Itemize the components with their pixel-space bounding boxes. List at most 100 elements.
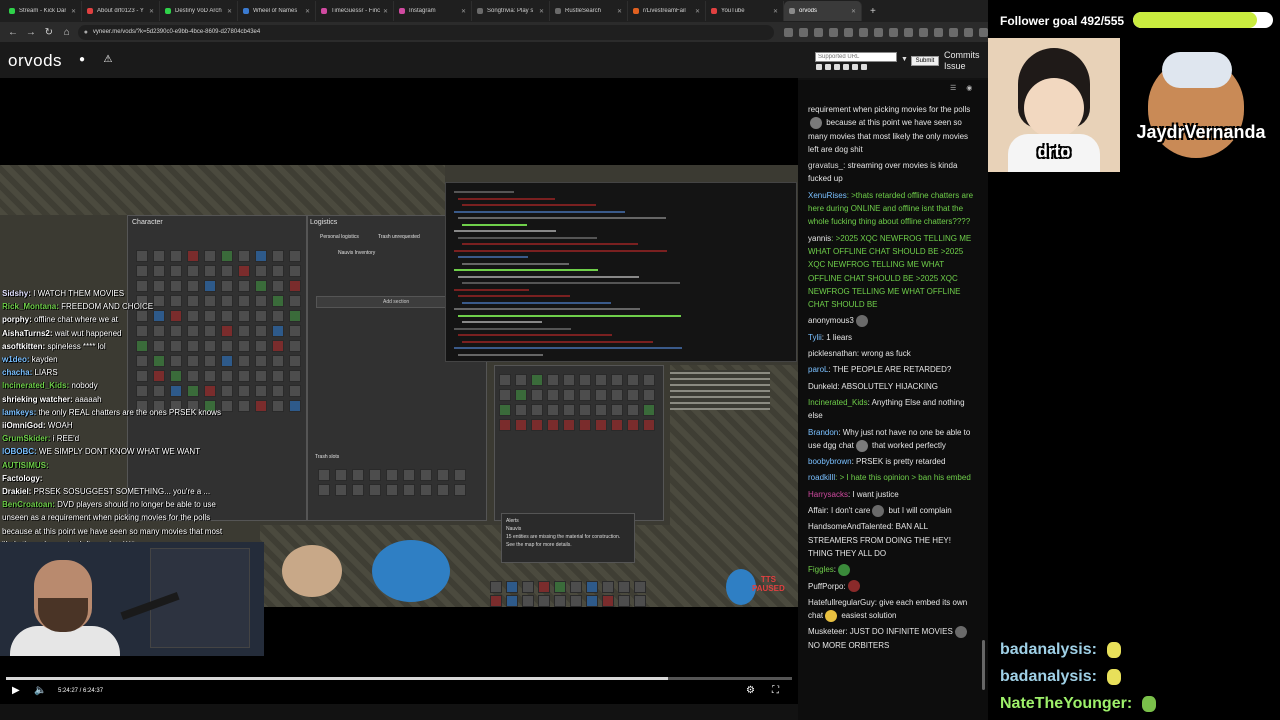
- inventory-slot[interactable]: [579, 404, 591, 416]
- browser-tab[interactable]: Wheel of Names ✕: [238, 1, 316, 21]
- inventory-slot[interactable]: [643, 404, 655, 416]
- inventory-slot[interactable]: [643, 374, 655, 386]
- inventory-slot[interactable]: [437, 469, 449, 481]
- inventory-slot[interactable]: [454, 484, 466, 496]
- extension-icon[interactable]: [813, 27, 823, 37]
- inventory-slot[interactable]: [352, 484, 364, 496]
- browser-tab[interactable]: About drt0123 - Y ✕: [82, 1, 160, 21]
- inventory-slot[interactable]: [522, 595, 534, 607]
- inventory-slot[interactable]: [602, 581, 614, 593]
- trash-unrequested-checkbox[interactable]: Trash unrequested: [378, 234, 420, 240]
- browser-tab[interactable]: RustleSearch ✕: [550, 1, 628, 21]
- inventory-slot[interactable]: [595, 374, 607, 386]
- settings-icon[interactable]: ⚙: [746, 685, 755, 696]
- chat-username[interactable]: yannis: [808, 234, 831, 243]
- inventory-slot[interactable]: [272, 355, 284, 367]
- chat-users-icon[interactable]: ◉: [966, 84, 972, 92]
- inventory-slot[interactable]: [634, 581, 646, 593]
- inventory-slot[interactable]: [563, 374, 575, 386]
- inventory-slot[interactable]: [595, 389, 607, 401]
- inventory-slot[interactable]: [538, 595, 550, 607]
- inventory-slot[interactable]: [204, 250, 216, 262]
- extension-icon[interactable]: [783, 27, 793, 37]
- video-player[interactable]: Character Logistics Personal logistics T…: [0, 78, 798, 704]
- chat-username[interactable]: anonymous3: [808, 316, 854, 325]
- inventory-slot[interactable]: [238, 250, 250, 262]
- inventory-slot[interactable]: [386, 484, 398, 496]
- inventory-slot[interactable]: [136, 250, 148, 262]
- chat-username[interactable]: boobybrown: [808, 457, 852, 466]
- chat-username[interactable]: Dunkeld: [808, 382, 837, 391]
- inventory-slot[interactable]: [570, 595, 582, 607]
- chat-username[interactable]: HandsomeAndTalented: [808, 522, 891, 531]
- inventory-slot[interactable]: [386, 469, 398, 481]
- inventory-slot[interactable]: [289, 265, 301, 277]
- tab-close-icon[interactable]: ✕: [695, 8, 700, 15]
- inventory-slot[interactable]: [272, 250, 284, 262]
- chat-username[interactable]: roadkilll: [808, 473, 835, 482]
- inventory-slot[interactable]: [335, 469, 347, 481]
- site-logo[interactable]: orvods: [8, 51, 62, 71]
- inventory-slot[interactable]: [547, 419, 559, 431]
- inventory-slot[interactable]: [255, 250, 267, 262]
- inventory-slot[interactable]: [289, 340, 301, 352]
- inventory-slot[interactable]: [272, 325, 284, 337]
- browser-tab[interactable]: Songtrivia: Play s ✕: [472, 1, 550, 21]
- inventory-slot[interactable]: [499, 389, 511, 401]
- inventory-slot[interactable]: [187, 265, 199, 277]
- hide-chat-icon[interactable]: ⚠: [102, 54, 114, 66]
- youtube-icon[interactable]: [816, 64, 822, 70]
- chevron-down-icon[interactable]: ▼: [901, 56, 908, 63]
- extension-icon[interactable]: [858, 27, 868, 37]
- tab-close-icon[interactable]: ✕: [383, 8, 388, 15]
- inventory-slot[interactable]: [515, 419, 527, 431]
- inventory-slot[interactable]: [611, 389, 623, 401]
- back-icon[interactable]: ←: [6, 27, 20, 38]
- extension-icon[interactable]: [948, 27, 958, 37]
- inventory-slot[interactable]: [420, 484, 432, 496]
- extension-icon[interactable]: [933, 27, 943, 37]
- tab-close-icon[interactable]: ✕: [71, 8, 76, 15]
- inventory-slot[interactable]: [272, 280, 284, 292]
- extension-icon[interactable]: [843, 27, 853, 37]
- chat-username[interactable]: Affair: [808, 506, 827, 515]
- browser-tab[interactable]: Stream - Kick Dar ✕: [4, 1, 82, 21]
- inventory-slot[interactable]: [420, 469, 432, 481]
- inventory-slot[interactable]: [170, 265, 182, 277]
- inventory-slot[interactable]: [238, 265, 250, 277]
- inventory-slot[interactable]: [403, 469, 415, 481]
- extension-icon[interactable]: [888, 27, 898, 37]
- site-info-icon[interactable]: ●: [84, 29, 88, 36]
- browser-tab[interactable]: Destiny VoD Arch ✕: [160, 1, 238, 21]
- kick-icon[interactable]: [843, 64, 849, 70]
- inventory-slot[interactable]: [531, 404, 543, 416]
- odysee-icon[interactable]: [852, 64, 858, 70]
- chat-username[interactable]: Figgles: [808, 565, 834, 574]
- inventory-slot[interactable]: [255, 265, 267, 277]
- inventory-slot[interactable]: [499, 419, 511, 431]
- tab-close-icon[interactable]: ✕: [461, 8, 466, 15]
- inventory-slot[interactable]: [627, 419, 639, 431]
- inventory-slot[interactable]: [547, 374, 559, 386]
- inventory-slot[interactable]: [289, 310, 301, 322]
- inventory-slot[interactable]: [437, 484, 449, 496]
- inventory-slot[interactable]: [611, 419, 623, 431]
- personal-logistics-checkbox[interactable]: Personal logistics: [320, 234, 359, 240]
- chat-username[interactable]: Tylii: [808, 333, 822, 342]
- inventory-slot[interactable]: [289, 250, 301, 262]
- twitch-icon[interactable]: [825, 64, 831, 70]
- extension-icon[interactable]: [798, 27, 808, 37]
- tab-close-icon[interactable]: ✕: [305, 8, 310, 15]
- extension-icon[interactable]: [873, 27, 883, 37]
- chat-username[interactable]: HatefullregularGuy: [808, 598, 875, 607]
- inventory-slot[interactable]: [611, 374, 623, 386]
- inventory-slot[interactable]: [563, 419, 575, 431]
- browser-menu-icon[interactable]: [978, 27, 988, 37]
- inventory-slot[interactable]: [643, 419, 655, 431]
- inventory-slot[interactable]: [627, 389, 639, 401]
- submit-button[interactable]: Submit: [911, 56, 939, 66]
- inventory-slot[interactable]: [547, 389, 559, 401]
- forward-icon[interactable]: →: [24, 27, 38, 38]
- inventory-slot[interactable]: [579, 389, 591, 401]
- url-field[interactable]: ● vyneer.me/vods/?k=5d2390c0-e9bb-4bce-8…: [77, 24, 774, 40]
